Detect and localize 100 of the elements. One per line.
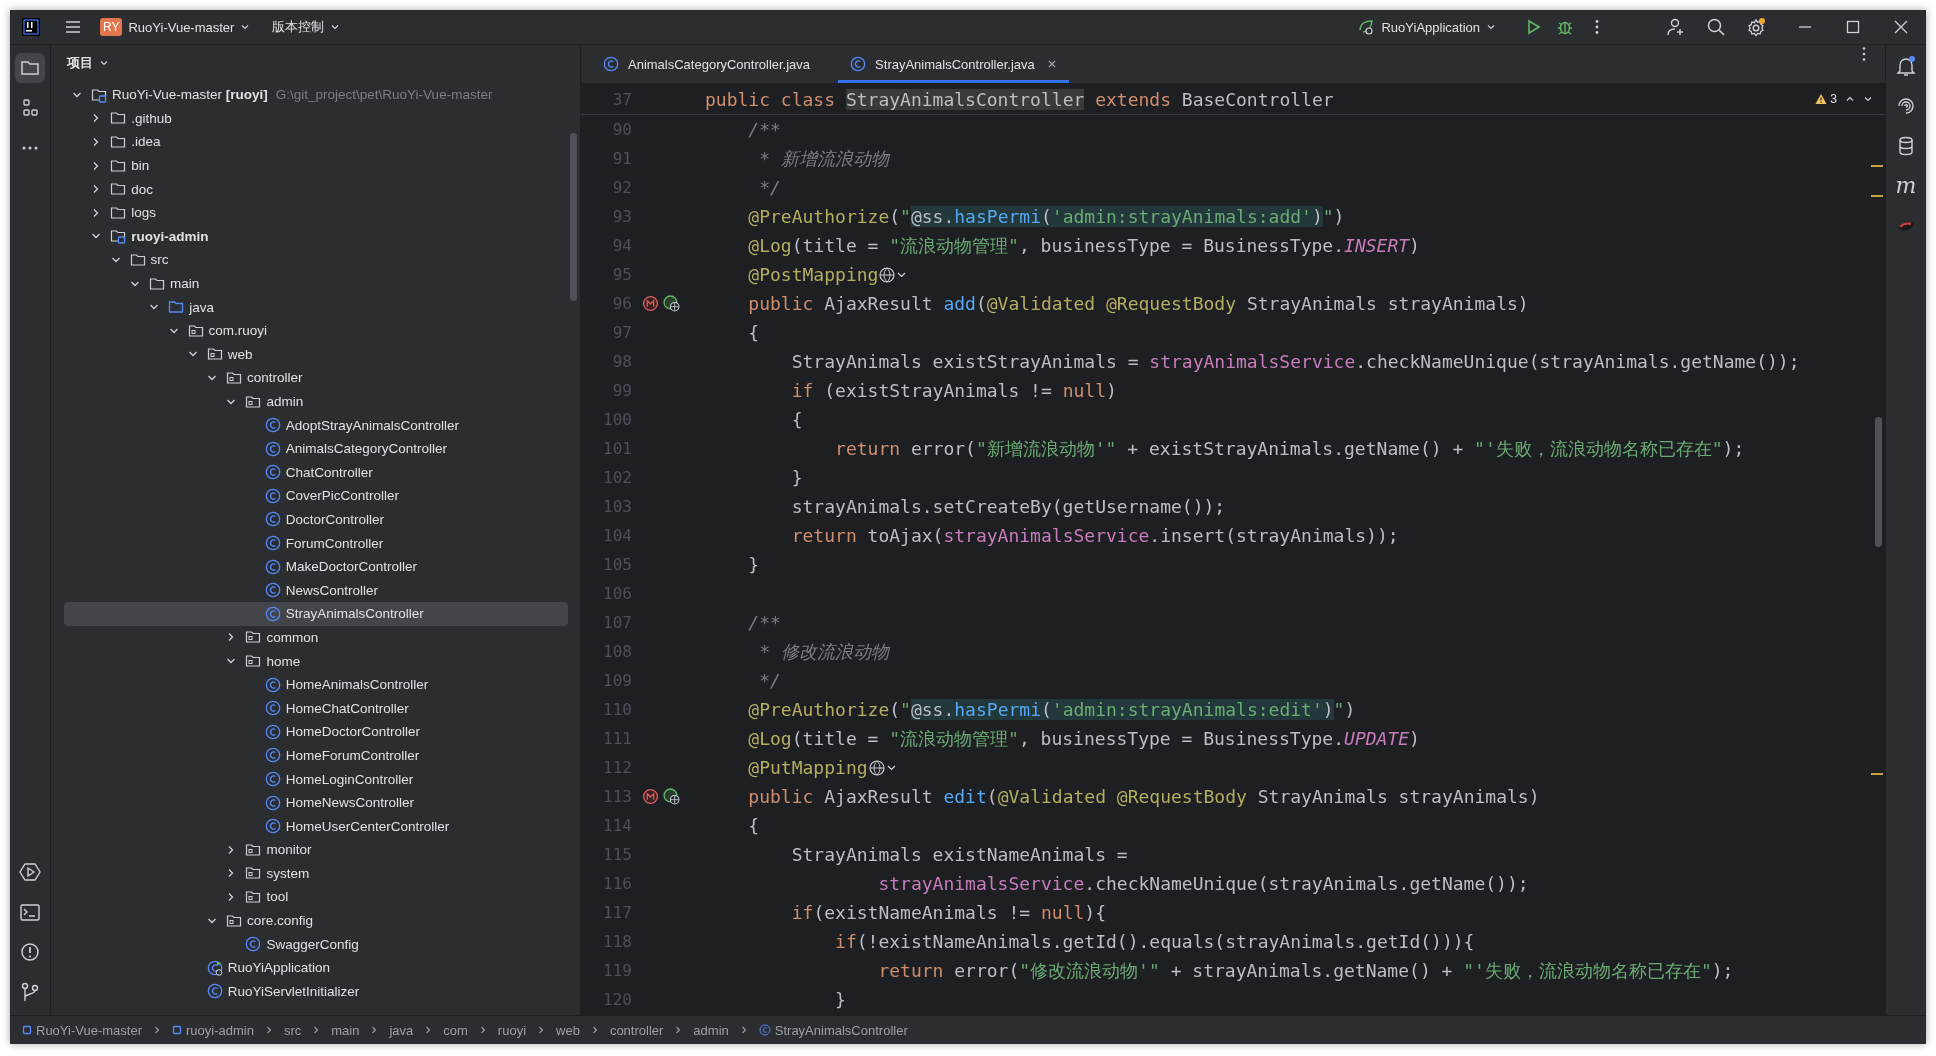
vcs-menu[interactable]: 版本控制 — [268, 16, 345, 38]
class-icon — [850, 56, 867, 72]
scrollbar-thumb[interactable] — [570, 133, 577, 301]
project-switcher[interactable]: RY RuoYi-Vue-master — [96, 16, 255, 38]
tree-item[interactable]: core.config — [64, 908, 568, 933]
tree-item[interactable]: logs — [64, 200, 568, 225]
class-icon — [206, 983, 223, 1000]
package-folder-icon — [187, 322, 204, 339]
breadcrumb[interactable]: com — [441, 1022, 470, 1038]
tree-item[interactable]: doc — [64, 177, 568, 201]
tree-item[interactable]: StrayAnimalsController — [64, 602, 568, 626]
folder-icon[interactable] — [15, 53, 45, 83]
tree-item[interactable]: HomeChatController — [64, 696, 568, 721]
tree-item[interactable]: home — [64, 649, 568, 673]
code-line: @PutMapping — [747, 757, 868, 778]
tree-item[interactable]: controller — [64, 366, 568, 390]
tree-item[interactable]: ruoyi-admin — [64, 224, 568, 249]
module-folder-icon — [91, 86, 107, 103]
breadcrumb[interactable]: src — [281, 1022, 304, 1038]
tree-item[interactable]: HomeForumController — [64, 743, 568, 768]
class-icon — [264, 535, 281, 552]
breadcrumb[interactable]: controller — [607, 1022, 666, 1038]
tree-item[interactable]: HomeLoginController — [64, 767, 568, 791]
tree-item[interactable]: HomeDoctorController — [64, 720, 568, 744]
tree-item[interactable]: AnimalsCategoryController — [64, 436, 568, 461]
code-line: */ — [758, 670, 781, 691]
class-icon — [264, 605, 281, 622]
class-icon — [264, 747, 281, 764]
source-folder-icon — [168, 299, 185, 316]
tree-item[interactable]: common — [64, 625, 568, 650]
project-view-dropdown[interactable]: 项目 — [61, 53, 115, 73]
maven-button[interactable]: m — [1895, 171, 1917, 201]
breadcrumb[interactable]: ruoyi-admin — [169, 1022, 256, 1038]
chevron-up-icon[interactable] — [1845, 94, 1855, 104]
code-line: /** — [747, 119, 781, 140]
scrollbar-thumb[interactable] — [1875, 417, 1882, 547]
tree-item[interactable]: com.ruoyi — [64, 318, 568, 343]
code-line: } — [747, 554, 760, 575]
tree-item[interactable]: .idea — [64, 130, 568, 154]
breadcrumb[interactable]: admin — [691, 1022, 731, 1038]
maximize-icon[interactable] — [1844, 18, 1862, 36]
chevron-down-icon[interactable] — [1863, 94, 1873, 104]
globe-marker-icon[interactable] — [663, 295, 680, 312]
globe-marker-icon[interactable] — [663, 788, 680, 805]
tree-item[interactable]: .github — [64, 106, 568, 131]
tree-item[interactable]: ChatController — [64, 460, 568, 485]
package-folder-icon — [245, 653, 262, 670]
class-icon — [264, 794, 281, 811]
package-folder-icon — [245, 629, 262, 646]
breadcrumb[interactable]: StrayAnimalsController — [756, 1022, 910, 1038]
code-line: strayAnimals.setCreateBy(getUsername()); — [790, 496, 1226, 517]
editor-tab[interactable]: AnimalsCategoryController.java — [591, 45, 823, 83]
tree-item[interactable]: HomeNewsController — [64, 790, 568, 815]
tree-item[interactable]: RuoYiApplication — [64, 955, 568, 980]
tree-item[interactable]: DoctorController — [64, 507, 568, 532]
tree-item[interactable]: AdoptStrayAnimalsController — [64, 413, 568, 437]
search-icon[interactable] — [1706, 17, 1726, 37]
breadcrumb[interactable]: java — [387, 1022, 416, 1038]
tree-item[interactable]: src — [64, 248, 568, 272]
settings-icon[interactable] — [1746, 17, 1766, 37]
code-line: return error("修改流浪动物'" + strayAnimals.getName() + "'失败，流浪动物名称已存在"); — [877, 958, 1734, 983]
tree-item[interactable]: tool — [64, 885, 568, 909]
tree-item[interactable]: RuoYiServletInitializer — [64, 979, 568, 1004]
method-marker-icon[interactable] — [642, 295, 659, 312]
add-user-icon[interactable] — [1666, 17, 1686, 37]
close-icon[interactable] — [1046, 59, 1057, 69]
tree-item[interactable]: RuoYi-Vue-master [ruoyi] G:\git_project\pet\RuoYi-Vue-master — [64, 83, 568, 107]
tree-item[interactable]: system — [64, 861, 568, 886]
module-folder-icon — [110, 228, 127, 245]
tree-item[interactable]: MakeDoctorController — [64, 554, 568, 579]
editor-tab[interactable]: StrayAnimalsController.java — [838, 45, 1069, 83]
tree-item[interactable]: main — [64, 271, 568, 296]
tree-item[interactable]: CoverPicController — [64, 484, 568, 508]
breadcrumb[interactable]: ruoyi — [495, 1022, 529, 1038]
tree-item[interactable]: web — [64, 342, 568, 367]
close-icon[interactable] — [1892, 18, 1910, 36]
globe-dropdown-icon[interactable] — [867, 758, 898, 777]
method-marker-icon[interactable] — [642, 788, 659, 805]
menu-icon[interactable] — [64, 18, 82, 36]
tree-item[interactable]: NewsController — [64, 578, 568, 603]
code-line: public AjaxResult edit(@Validated @RequestBody StrayAnimals strayAnimals) — [747, 786, 1540, 807]
code-line: StrayAnimals existNameAnimals = — [790, 844, 1128, 865]
code-line: return toAjax(strayAnimalsService.insert(strayAnimals)); — [790, 525, 1399, 546]
tree-item[interactable]: monitor — [64, 838, 568, 862]
code-line: if(!existNameAnimals.getId().equals(strayAnimals.getId())){ — [834, 931, 1475, 952]
breadcrumb[interactable]: main — [329, 1022, 362, 1038]
tree-item[interactable]: admin — [64, 389, 568, 414]
breadcrumb[interactable]: RuoYi-Vue-master — [20, 1022, 144, 1038]
breadcrumb[interactable]: web — [554, 1022, 582, 1038]
tree-item[interactable]: java — [64, 295, 568, 319]
tree-item[interactable]: HomeAnimalsController — [64, 672, 568, 697]
spring-app-icon — [1357, 18, 1376, 36]
tree-item[interactable]: bin — [64, 153, 568, 178]
tree-item[interactable]: SwaggerConfig — [64, 932, 568, 956]
tree-item[interactable]: ForumController — [64, 531, 568, 555]
warning-count[interactable]: 3 — [1815, 92, 1837, 106]
class-icon — [264, 723, 281, 740]
run-configuration[interactable]: RuoYiApplication — [1353, 16, 1500, 38]
class-icon — [264, 558, 281, 575]
tree-item[interactable]: HomeUserCenterController — [64, 814, 568, 838]
